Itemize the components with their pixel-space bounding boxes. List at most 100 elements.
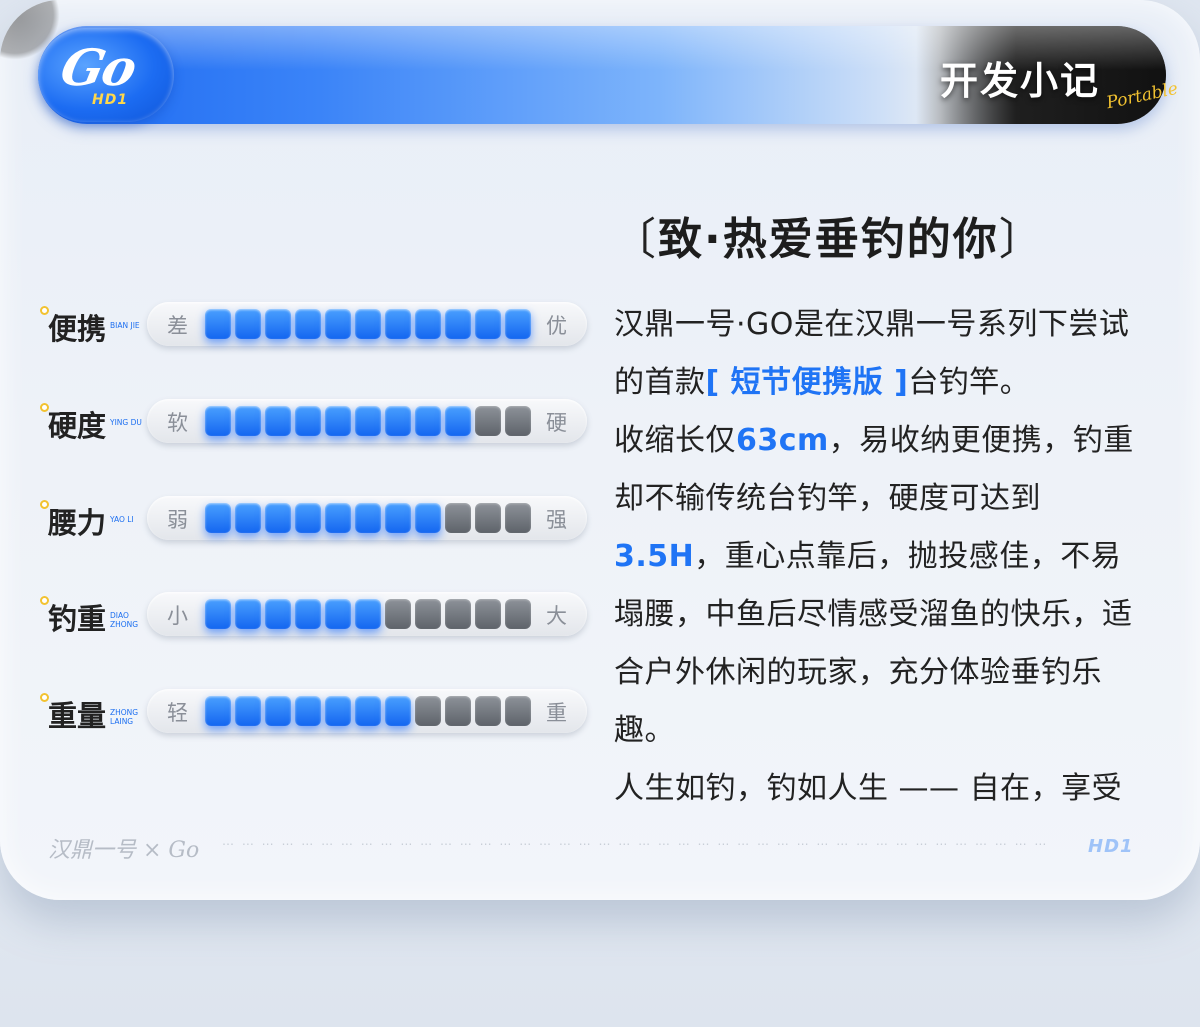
intro-title-text: 致·热爱垂钓的你 [658,214,999,265]
stat-row: 钓重 DIAO ZHONG 小大 [40,592,600,640]
stat-label: 重量 [48,699,107,733]
segment-filled [235,599,261,629]
segment-filled [415,503,441,533]
segment-empty [385,599,411,629]
segment-filled [205,503,231,533]
segment-filled [295,503,321,533]
segment-filled [235,503,261,533]
segment-empty [475,696,501,726]
stat-track: 轻重 [147,689,587,733]
stat-min-label: 软 [167,411,188,435]
stat-min-label: 轻 [167,701,188,725]
stat-min-label: 弱 [167,508,188,532]
logo-text: Go [55,38,141,97]
segment-empty [475,599,501,629]
segment-filled [505,309,531,339]
segment-filled [475,309,501,339]
segment-filled [415,309,441,339]
segment-filled [265,599,291,629]
stat-pinyin: YING DU [110,418,142,427]
logo-sub: HD1 [92,92,129,108]
stat-label: 钓重 [48,602,107,636]
segment-filled [325,406,351,436]
segment-filled [385,406,411,436]
segment-filled [295,309,321,339]
p1-text-b: 台钓竿。 [908,365,1031,400]
stat-pinyin: BIAN JIE [110,321,140,330]
segment-filled [325,599,351,629]
segment-empty [445,696,471,726]
stat-max-label: 优 [546,314,567,338]
header-title: 开发小记 [939,58,1100,103]
segment-filled [265,696,291,726]
stat-segments [205,309,531,339]
stat-min-label: 小 [167,604,188,628]
segment-filled [415,406,441,436]
stat-segments [205,406,531,436]
segment-empty [505,696,531,726]
segment-filled [205,696,231,726]
p2-highlight-hardness: 3.5H [614,539,695,574]
stat-segments [205,696,531,726]
segment-filled [295,406,321,436]
stat-row: 便携 BIAN JIE 差优 [40,302,600,350]
segment-empty [505,406,531,436]
stat-pinyin: ZHONG LAING [110,708,139,726]
footer-brand: 汉鼎一号 × Go [48,838,200,863]
segment-empty [445,503,471,533]
p1-highlight: [ 短节便携版 ] [705,365,909,400]
stat-min-label: 差 [167,314,188,338]
segment-filled [445,309,471,339]
segment-filled [385,503,411,533]
poster-card: Go HD1 开发小记 Portable 便携 BIAN JIE 差优硬度 YING … [0,0,1200,900]
stat-segments [205,599,531,629]
segment-empty [505,503,531,533]
segment-filled [355,696,381,726]
stat-label: 腰力 [48,506,107,540]
segment-filled [265,503,291,533]
segment-empty [415,696,441,726]
stat-track: 软硬 [147,399,587,443]
stat-max-label: 重 [546,701,567,725]
p2-text-a: 收缩长仅 [614,423,736,458]
stat-max-label: 硬 [546,411,567,435]
segment-filled [325,696,351,726]
segment-empty [475,503,501,533]
segment-filled [325,503,351,533]
paragraph-3: 人生如钓，钓如人生 —— 自在，享受 [614,771,1123,806]
segment-filled [445,406,471,436]
paragraph-2: 收缩长仅63cm，易收纳更便携，钓重却不输传统台钓竿，硬度可达到3.5H，重心点… [614,412,1144,760]
stat-row: 腰力 YAO LI 弱强 [40,496,600,544]
footer-mark: HD1 [1088,836,1134,857]
segment-filled [235,696,261,726]
segment-empty [415,599,441,629]
segment-filled [235,309,261,339]
bracket-right: 〕 [998,214,1045,265]
segment-filled [355,599,381,629]
segment-filled [205,406,231,436]
segment-filled [325,309,351,339]
segment-filled [355,406,381,436]
p2-highlight-length: 63cm [736,423,829,458]
segment-empty [445,599,471,629]
segment-filled [385,696,411,726]
intro-title: 〔致·热爱垂钓的你〕 [612,203,1045,267]
stat-max-label: 强 [546,508,567,532]
footer-dots: … … … … … … … … … … … … … … … … … … … … … [222,834,1049,848]
segment-filled [295,696,321,726]
segment-filled [205,309,231,339]
intro-paragraph: 汉鼎一号·GO是在汉鼎一号系列下尝试的首款[ 短节便携版 ]台钓竿。 收缩长仅6… [614,296,1144,818]
segment-empty [505,599,531,629]
stat-label: 硬度 [48,409,107,443]
stat-track: 小大 [147,592,587,636]
segment-empty [475,406,501,436]
segment-filled [235,406,261,436]
segment-filled [355,309,381,339]
stat-segments [205,503,531,533]
segment-filled [355,503,381,533]
stat-row: 重量 ZHONG LAING 轻重 [40,689,600,737]
segment-filled [265,309,291,339]
stat-max-label: 大 [546,604,567,628]
segment-filled [385,309,411,339]
segment-filled [265,406,291,436]
